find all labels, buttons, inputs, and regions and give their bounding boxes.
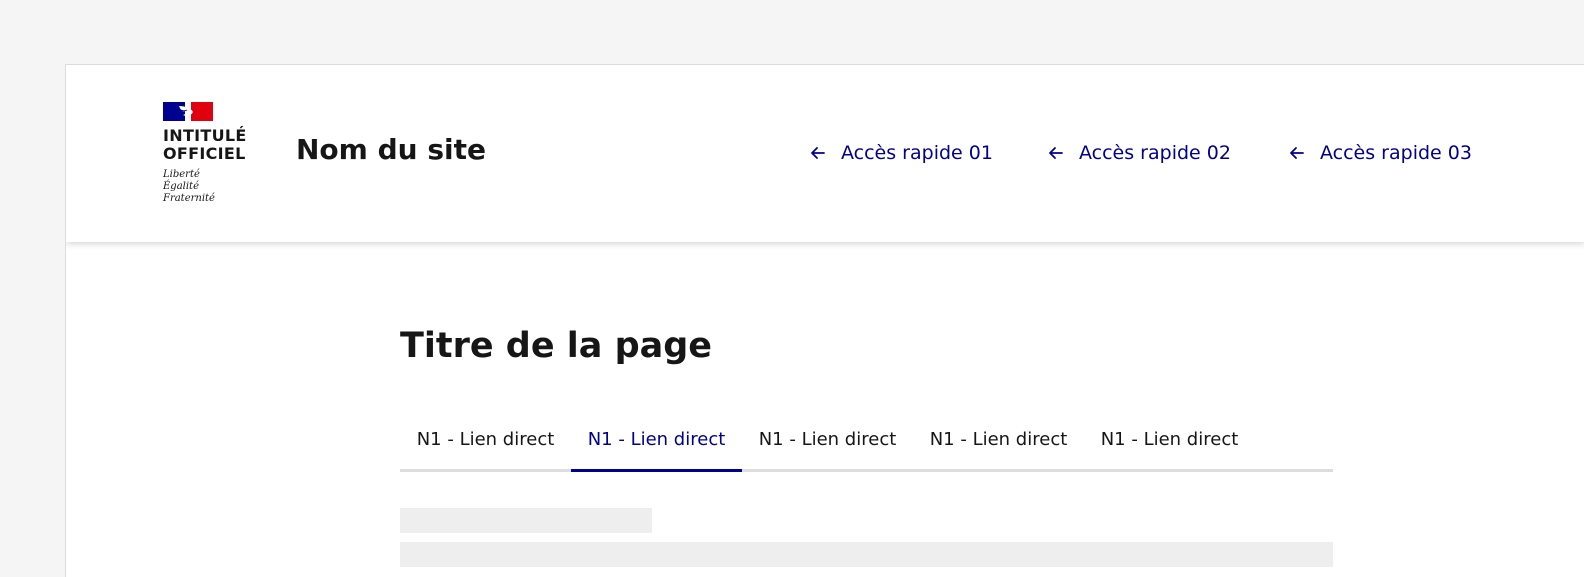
arrow-left-icon bbox=[1049, 147, 1063, 159]
tab-3[interactable]: N1 - Lien direct bbox=[742, 409, 913, 469]
motto-fraternite: Fraternité bbox=[163, 193, 215, 204]
tab-1[interactable]: N1 - Lien direct bbox=[400, 409, 571, 469]
quick-access-label: Accès rapide 03 bbox=[1320, 142, 1472, 164]
tab-2-active[interactable]: N1 - Lien direct bbox=[571, 409, 742, 472]
quick-access-label: Accès rapide 02 bbox=[1079, 142, 1231, 164]
logo-text-line1: INTITULÉ bbox=[163, 126, 247, 145]
tab-list: N1 - Lien direct N1 - Lien direct N1 - L… bbox=[400, 409, 1333, 472]
marianne-flag-icon bbox=[163, 102, 213, 121]
tab-4[interactable]: N1 - Lien direct bbox=[913, 409, 1084, 469]
site-name[interactable]: Nom du site bbox=[296, 133, 486, 166]
browser-frame: INTITULÉ OFFICIEL Liberté Égalité Frater… bbox=[65, 64, 1584, 577]
government-logo[interactable]: INTITULÉ OFFICIEL Liberté Égalité Frater… bbox=[163, 102, 273, 212]
motto-egalite: Égalité bbox=[163, 181, 199, 192]
skeleton-placeholder-short bbox=[400, 508, 652, 533]
motto-liberte: Liberté bbox=[163, 169, 200, 180]
quick-access-label: Accès rapide 01 bbox=[841, 142, 993, 164]
tab-5[interactable]: N1 - Lien direct bbox=[1084, 409, 1255, 469]
quick-access-link-03[interactable]: Accès rapide 03 bbox=[1287, 141, 1472, 165]
page-title: Titre de la page bbox=[400, 326, 713, 366]
quick-access-link-01[interactable]: Accès rapide 01 bbox=[808, 141, 993, 165]
skeleton-placeholder-long bbox=[400, 542, 1333, 567]
main-content: Titre de la page N1 - Lien direct N1 - L… bbox=[66, 242, 1584, 577]
site-header: INTITULÉ OFFICIEL Liberté Égalité Frater… bbox=[66, 65, 1584, 242]
arrow-left-icon bbox=[811, 147, 825, 159]
arrow-left-icon bbox=[1290, 147, 1304, 159]
logo-text-line2: OFFICIEL bbox=[163, 144, 246, 163]
quick-access-link-02[interactable]: Accès rapide 02 bbox=[1046, 141, 1231, 165]
